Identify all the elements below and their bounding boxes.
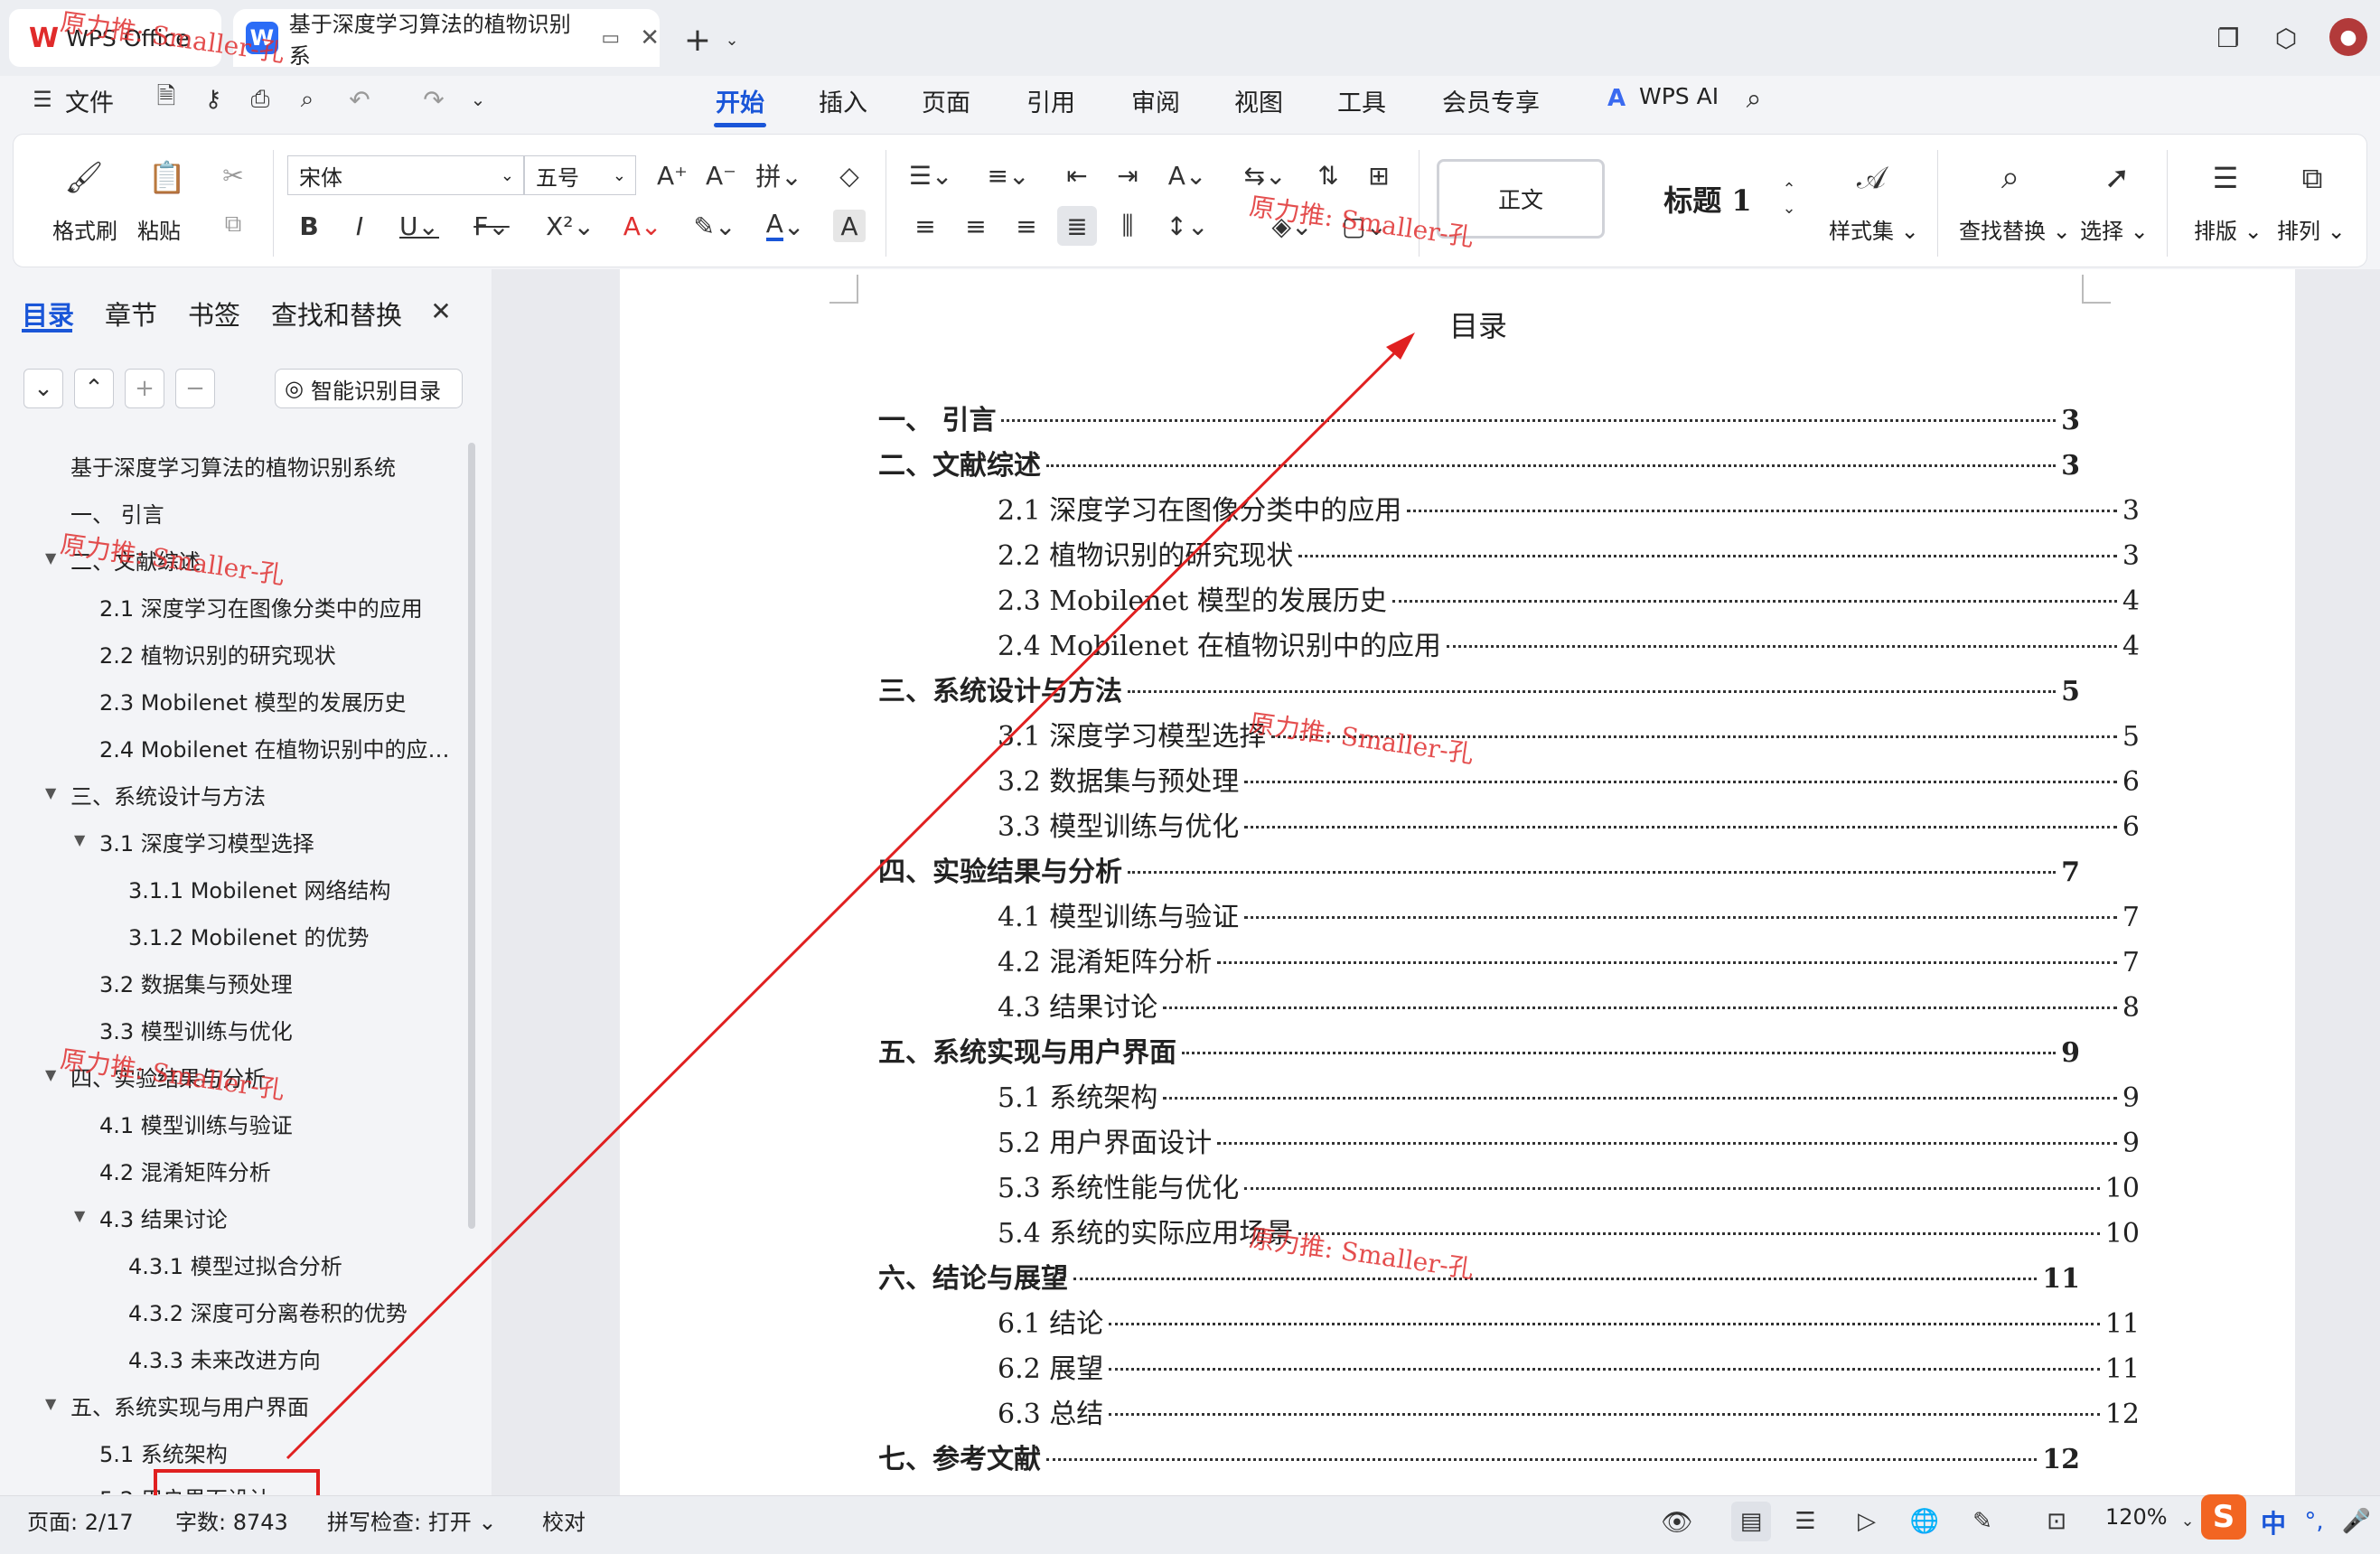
pen-icon[interactable]: ✎	[1964, 1503, 2001, 1540]
word-count[interactable]: 字数: 8743	[175, 1504, 288, 1536]
play-icon[interactable]: ▷	[1849, 1503, 1885, 1540]
eye-icon[interactable]: 👁	[1659, 1503, 1695, 1540]
fit-page-icon[interactable]: ⊡	[2038, 1503, 2075, 1540]
page-indicator[interactable]: 页面: 2/17	[27, 1504, 134, 1536]
annotation-arrow	[286, 340, 1408, 1460]
outline-view-icon[interactable]: ☰	[1787, 1503, 1823, 1540]
page-view-icon[interactable]: ▤	[1731, 1502, 1771, 1541]
spell-check-label: 拼写检查: 打开	[327, 1510, 472, 1535]
web-view-icon[interactable]: 🌐	[1907, 1503, 1943, 1540]
spell-check-toggle[interactable]: 拼写检查: 打开 ⌄	[327, 1504, 496, 1536]
zoom-level[interactable]: 120%	[2105, 1504, 2168, 1530]
annotation-overlay	[154, 332, 1415, 1547]
ime-mode[interactable]: 中	[2261, 1504, 2286, 1540]
sogou-ime-icon[interactable]: S	[2201, 1494, 2246, 1540]
proofread-button[interactable]: 校对	[542, 1504, 586, 1536]
punctuation-icon[interactable]: °,	[2300, 1503, 2328, 1540]
zoom-chevron-icon[interactable]: ⌄	[2176, 1507, 2199, 1534]
microphone-icon[interactable]: 🎤	[2340, 1503, 2373, 1540]
